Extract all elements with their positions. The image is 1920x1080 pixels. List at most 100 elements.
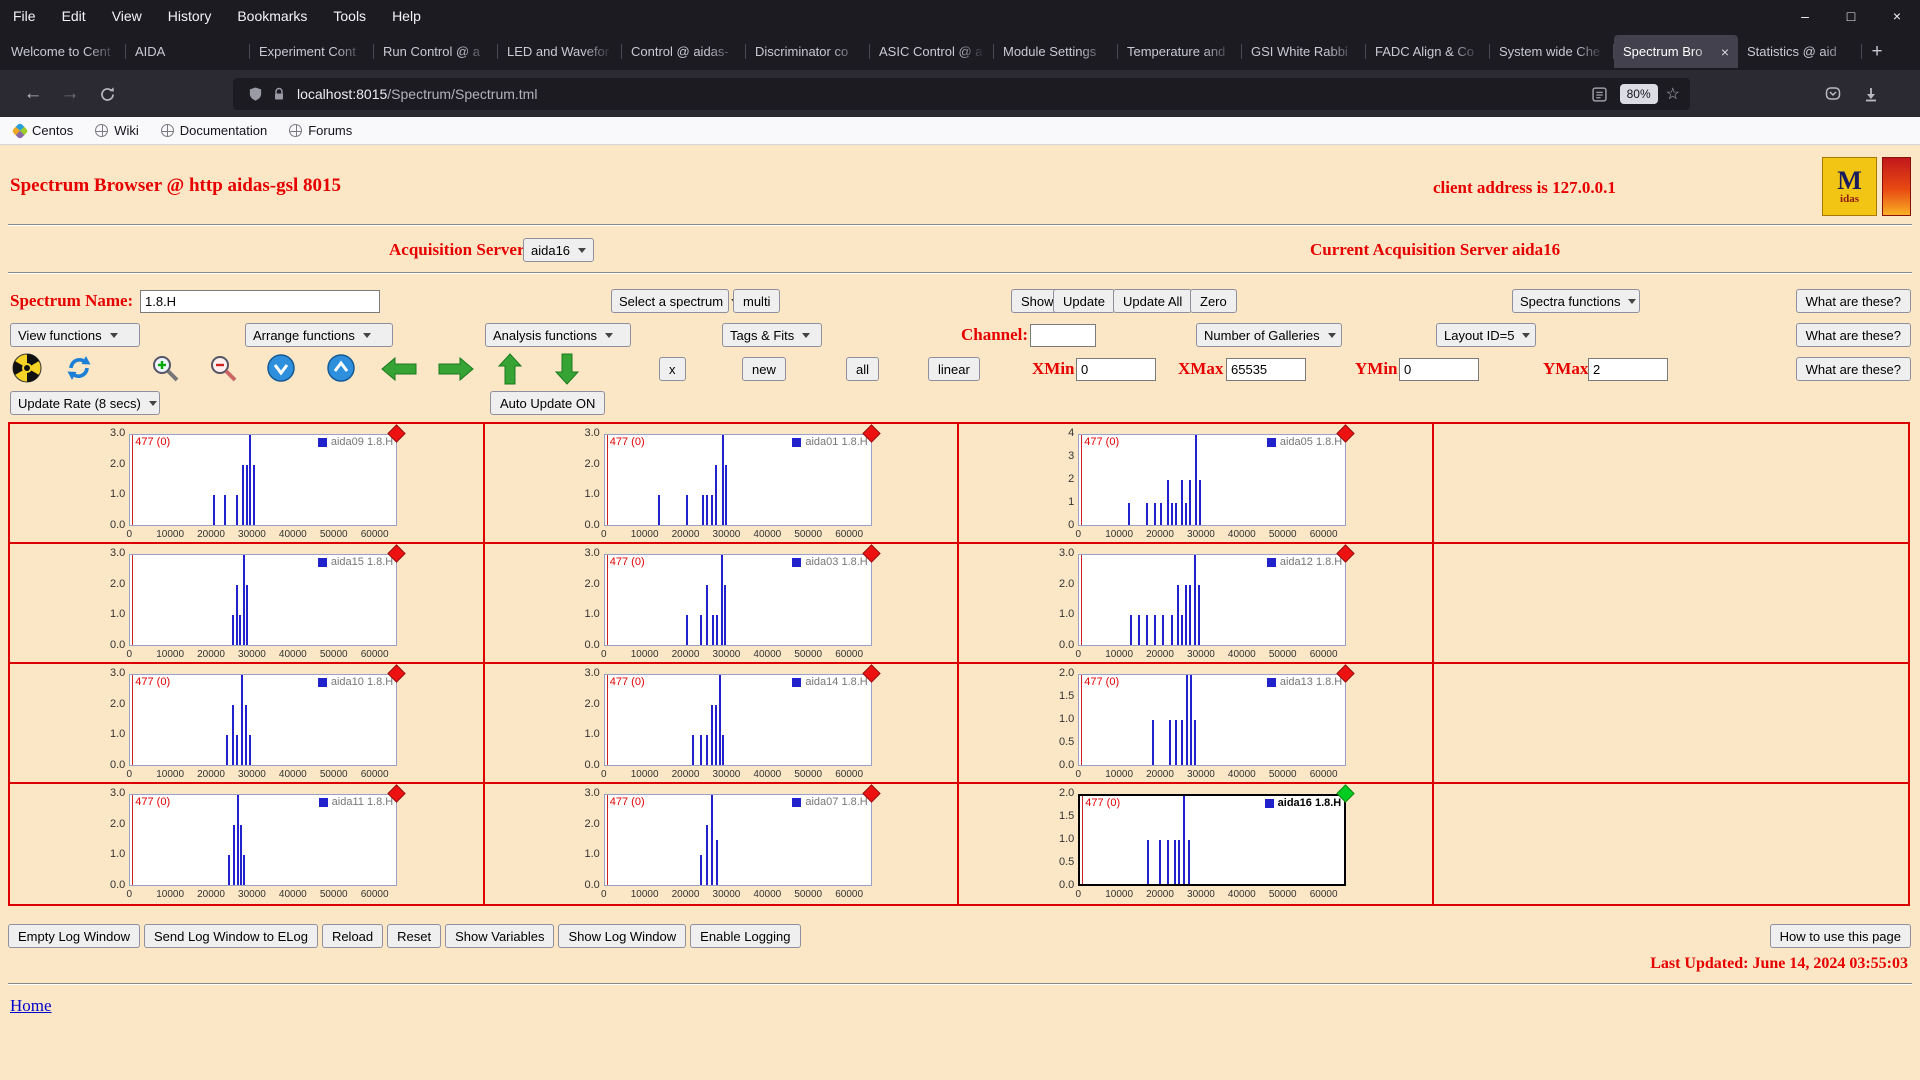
zero-button[interactable]: Zero (1190, 289, 1237, 313)
x-button[interactable]: x (659, 357, 686, 381)
update-rate-select[interactable]: Update Rate (8 secs) (10, 391, 160, 415)
browser-tab[interactable]: AIDA (126, 35, 250, 68)
spectrum-panel[interactable]: 477 (0) aida16 1.8.H 2.0 1.5 1.0 0.5 0.0 0 10000… (1044, 784, 1355, 904)
spectra-functions-select[interactable]: Spectra functions (1512, 289, 1640, 313)
close-tab-icon[interactable]: × (1721, 44, 1729, 60)
spectrum-plot[interactable]: 477 (0) aida10 1.8.H (129, 674, 398, 766)
spectrum-plot[interactable]: 477 (0) aida03 1.8.H (603, 554, 872, 646)
spectrum-panel[interactable]: 477 (0) aida14 1.8.H 3.0 2.0 1.0 0.0 0 10000 200… (570, 664, 881, 784)
enable-logging-button[interactable]: Enable Logging (690, 924, 801, 948)
browser-tab[interactable]: System wide Che (1490, 35, 1614, 68)
menu-item-help[interactable]: Help (379, 8, 434, 24)
arrow-up-icon[interactable] (497, 352, 523, 386)
refresh-icon[interactable] (64, 353, 94, 383)
browser-tab[interactable]: Temperature and (1118, 35, 1242, 68)
new-tab-button[interactable]: + (1862, 37, 1892, 67)
reader-mode-icon[interactable] (1588, 82, 1612, 106)
what-are-these-button[interactable]: What are these? (1795, 357, 1911, 381)
channel-input[interactable] (1030, 324, 1096, 347)
forward-icon[interactable]: → (55, 79, 85, 109)
spectrum-panel[interactable]: aida15 1.8.H 3.0 2.0 1.0 0.0 0 10000 20000 30000… (95, 544, 406, 664)
browser-tab[interactable]: LED and Wavefor (498, 35, 622, 68)
show-log-window-button[interactable]: Show Log Window (558, 924, 687, 948)
bookmark-star-icon[interactable]: ☆ (1666, 84, 1680, 104)
tags-fits-select[interactable]: Tags & Fits (722, 323, 822, 347)
menu-item-view[interactable]: View (99, 8, 155, 24)
reload-icon[interactable] (92, 79, 122, 109)
url-bar[interactable]: localhost:8015/Spectrum/Spectrum.tml 80%… (233, 78, 1690, 110)
arrow-right-icon[interactable] (437, 356, 475, 382)
browser-tab[interactable]: Statistics @ aid (1738, 35, 1862, 68)
spectrum-panel[interactable]: 477 (0) aida10 1.8.H 3.0 2.0 1.0 0.0 0 10000 200… (95, 664, 406, 784)
linear-button[interactable]: linear (928, 357, 980, 381)
how-to-use-button[interactable]: How to use this page (1769, 924, 1911, 948)
all-button[interactable]: all (846, 357, 880, 381)
spectrum-panel[interactable]: aida12 1.8.H 3.0 2.0 1.0 0.0 0 10000 20000 30000… (1044, 544, 1355, 664)
arrow-down-icon[interactable] (554, 352, 580, 386)
browser-tab[interactable]: Run Control @ a (374, 35, 498, 68)
reload-button[interactable]: Reload (321, 924, 384, 948)
maximize-icon[interactable]: □ (1828, 0, 1874, 31)
empty-log-window-button[interactable]: Empty Log Window (8, 924, 140, 948)
bookmark-documentation[interactable]: Documentation (160, 123, 267, 138)
spectrum-panel[interactable]: 477 (0) aida05 1.8.H 4 3 2 1 0 0 10000 20000 30000… (1044, 424, 1355, 544)
spectrum-panel[interactable]: 477 (0) aida11 1.8.H 3.0 2.0 1.0 0.0 0 10000 200… (95, 784, 406, 904)
spectrum-plot[interactable]: 477 (0) aida11 1.8.H (129, 794, 398, 886)
new-button[interactable]: new (742, 357, 786, 381)
bookmark-wiki[interactable]: Wiki (95, 123, 139, 138)
menu-item-edit[interactable]: Edit (49, 8, 99, 24)
ymin-input[interactable] (1399, 358, 1479, 381)
spectrum-plot[interactable]: 477 (0) aida01 1.8.H (603, 434, 872, 526)
update-all-button[interactable]: Update All (1113, 289, 1193, 313)
scroll-up-icon[interactable] (326, 353, 356, 383)
minimize-icon[interactable]: – (1782, 0, 1828, 31)
browser-tab[interactable]: FADC Align & Co (1366, 35, 1490, 68)
arrow-left-icon[interactable] (380, 356, 418, 382)
zoom-level-badge[interactable]: 80% (1619, 84, 1658, 104)
spectrum-panel[interactable]: 477 (0) aida03 1.8.H 3.0 2.0 1.0 0.0 0 10000 200… (570, 544, 881, 664)
what-are-these-button[interactable]: What are these? (1795, 323, 1911, 347)
zoom-in-icon[interactable] (150, 353, 180, 383)
reset-button[interactable]: Reset (387, 924, 442, 948)
downloads-icon[interactable] (1856, 79, 1886, 109)
spectrum-plot[interactable]: aida15 1.8.H (129, 554, 398, 646)
menu-item-bookmarks[interactable]: Bookmarks (224, 8, 320, 24)
bookmark-centos[interactable]: Centos (11, 122, 73, 139)
close-icon[interactable]: × (1874, 0, 1920, 31)
spectrum-plot[interactable]: 477 (0) aida16 1.8.H (1078, 794, 1347, 886)
spectrum-select[interactable]: Select a spectrum (611, 289, 740, 313)
url-text[interactable]: localhost:8015/Spectrum/Spectrum.tml (297, 86, 1588, 102)
pocket-icon[interactable] (1818, 79, 1848, 109)
spectrum-plot[interactable]: 477 (0) aida13 1.8.H (1078, 674, 1347, 766)
ymax-input[interactable] (1588, 358, 1668, 381)
spectrum-name-input[interactable] (140, 290, 380, 313)
menu-item-tools[interactable]: Tools (320, 8, 379, 24)
back-icon[interactable]: ← (18, 79, 48, 109)
browser-tab[interactable]: Spectrum Bro × (1614, 35, 1738, 68)
browser-tab[interactable]: Welcome to Cent (2, 35, 126, 68)
radiation-icon[interactable] (12, 353, 42, 383)
menu-item-history[interactable]: History (155, 8, 225, 24)
spectrum-panel[interactable]: 477 (0) aida01 1.8.H 3.0 2.0 1.0 0.0 0 10000 200… (570, 424, 881, 544)
analysis-functions-select[interactable]: Analysis functions (485, 323, 631, 347)
arrange-functions-select[interactable]: Arrange functions (245, 323, 393, 347)
spectrum-panel[interactable]: 477 (0) aida09 1.8.H 3.0 2.0 1.0 0.0 0 10000 200… (95, 424, 406, 544)
view-functions-select[interactable]: View functions (10, 323, 140, 347)
spectrum-plot[interactable]: 477 (0) aida07 1.8.H (603, 794, 872, 886)
browser-tab[interactable]: Module Settings (994, 35, 1118, 68)
galleries-count-select[interactable]: Number of Galleries (1196, 323, 1342, 347)
show-variables-button[interactable]: Show Variables (445, 924, 555, 948)
spectrum-plot[interactable]: 477 (0) aida05 1.8.H (1078, 434, 1347, 526)
multi-button[interactable]: multi (733, 289, 781, 313)
bookmark-forums[interactable]: Forums (289, 123, 352, 138)
xmin-input[interactable] (1076, 358, 1156, 381)
layout-id-select[interactable]: Layout ID=5 (1436, 323, 1536, 347)
auto-update-button[interactable]: Auto Update ON (490, 391, 606, 415)
zoom-out-icon[interactable] (208, 353, 238, 383)
menu-item-file[interactable]: File (0, 8, 49, 24)
update-button[interactable]: Update (1053, 289, 1115, 313)
browser-tab[interactable]: ASIC Control @ a (870, 35, 994, 68)
spectrum-plot[interactable]: aida12 1.8.H (1078, 554, 1347, 646)
xmax-input[interactable] (1226, 358, 1306, 381)
scroll-down-icon[interactable] (266, 353, 296, 383)
